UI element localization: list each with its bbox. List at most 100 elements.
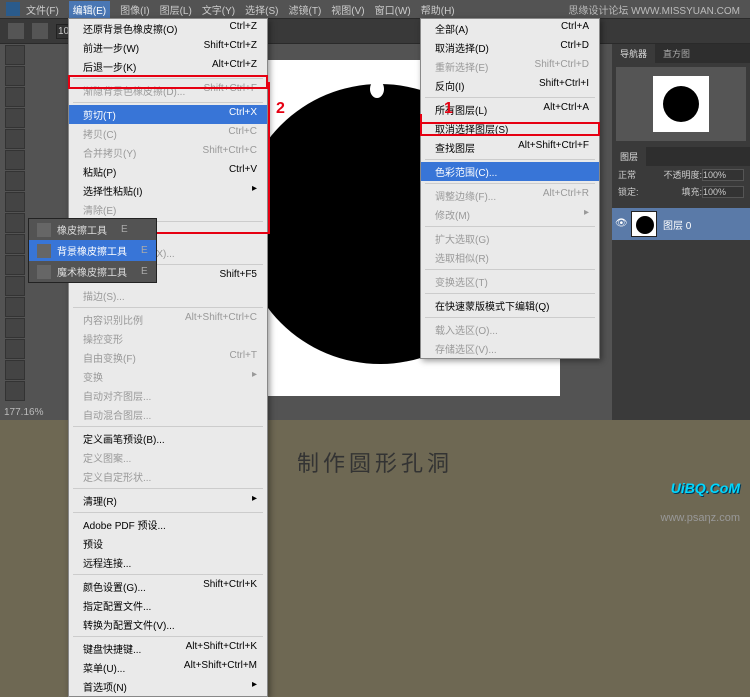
menu-layer[interactable]: 图层(L) (160, 2, 192, 17)
menu-item[interactable]: 查找图层Alt+Shift+Ctrl+F (421, 138, 599, 157)
visibility-eye-icon[interactable]: 👁 (615, 218, 627, 230)
opacity-input[interactable] (702, 169, 744, 181)
menu-item[interactable]: Adobe PDF 预设... (69, 515, 267, 534)
menu-item[interactable]: 取消选择(D)Ctrl+D (421, 38, 599, 57)
menu-item[interactable]: 菜单(U)...Alt+Shift+Ctrl+M (69, 658, 267, 677)
menu-item[interactable]: 操控变形 (69, 329, 267, 348)
pen-tool[interactable] (5, 339, 25, 359)
menu-item[interactable]: 定义图案... (69, 448, 267, 467)
menu-item[interactable]: 载入选区(O)... (421, 320, 599, 339)
stamp-tool[interactable] (5, 213, 25, 233)
magic-eraser-tool-option[interactable]: 魔术橡皮擦工具E (29, 261, 156, 282)
annotation-label-2: 2 (276, 100, 285, 118)
menu-item[interactable]: 调整边缘(F)...Alt+Ctrl+R (421, 186, 599, 205)
history-brush-tool[interactable] (5, 234, 25, 254)
edit-menu-dropdown[interactable]: 还原背景色橡皮擦(O)Ctrl+Z前进一步(W)Shift+Ctrl+Z后退一步… (68, 18, 268, 697)
blend-mode-row: 正常 不透明度: (612, 166, 750, 183)
navigator-tab[interactable]: 导航器 (612, 44, 655, 63)
brush-tool[interactable] (5, 192, 25, 212)
menu-item[interactable]: 扩大选取(G) (421, 229, 599, 248)
menu-item[interactable]: 内容识别比例Alt+Shift+Ctrl+C (69, 310, 267, 329)
heal-tool[interactable] (5, 171, 25, 191)
navigator-thumb[interactable] (616, 67, 746, 141)
brush-icon[interactable] (32, 23, 48, 39)
menu-item[interactable]: 远程连接... (69, 553, 267, 572)
menu-item[interactable]: 指定配置文件... (69, 596, 267, 615)
menu-select[interactable]: 选择(S) (245, 2, 278, 17)
menu-item[interactable]: 重新选择(E)Shift+Ctrl+D (421, 57, 599, 76)
menu-item[interactable]: 预设 (69, 534, 267, 553)
menu-item[interactable]: 反向(I)Shift+Ctrl+I (421, 76, 599, 95)
menu-item[interactable]: 变换选区(T) (421, 272, 599, 291)
magic-eraser-icon (37, 265, 51, 279)
layer-row[interactable]: 👁 图层 0 (612, 208, 750, 240)
type-tool[interactable] (5, 360, 25, 380)
menu-item[interactable]: 选择性粘贴(I) (69, 181, 267, 200)
path-tool[interactable] (5, 381, 25, 401)
layers-tab[interactable]: 图层 (612, 147, 646, 166)
menu-file[interactable]: 文件(F) (26, 2, 59, 17)
menu-type[interactable]: 文字(Y) (202, 2, 235, 17)
eraser-tool-flyout[interactable]: 橡皮擦工具E 背景橡皮擦工具E 魔术橡皮擦工具E (28, 218, 157, 283)
menu-item[interactable]: 还原背景色橡皮擦(O)Ctrl+Z (69, 19, 267, 38)
menu-image[interactable]: 图像(I) (120, 2, 149, 17)
menu-filter[interactable]: 滤镜(T) (289, 2, 322, 17)
lasso-tool[interactable] (5, 87, 25, 107)
eraser-icon (37, 223, 51, 237)
menu-item[interactable]: 后退一步(K)Alt+Ctrl+Z (69, 57, 267, 76)
tool-preset-icon[interactable] (8, 23, 24, 39)
menu-item[interactable]: 选取相似(R) (421, 248, 599, 267)
menu-item[interactable]: 颜色设置(G)...Shift+Ctrl+K (69, 577, 267, 596)
menu-item[interactable]: 自动对齐图层... (69, 386, 267, 405)
watermark-uibq: UiBQ.CoM (671, 480, 740, 496)
menu-help[interactable]: 帮助(H) (421, 2, 455, 17)
menu-item[interactable]: 存储选区(V)... (421, 339, 599, 358)
menu-window[interactable]: 窗口(W) (375, 2, 411, 17)
layer-name[interactable]: 图层 0 (663, 217, 691, 232)
menu-item[interactable]: 描边(S)... (69, 286, 267, 305)
menu-item[interactable]: 色彩范围(C)... (421, 162, 599, 181)
menu-item[interactable]: 在快速蒙版模式下编辑(Q) (421, 296, 599, 315)
bg-eraser-tool-option[interactable]: 背景橡皮擦工具E (29, 240, 156, 261)
menu-item[interactable]: 取消选择图层(S) (421, 119, 599, 138)
move-tool[interactable] (5, 45, 25, 65)
menu-item[interactable]: 定义自定形状... (69, 467, 267, 486)
wand-tool[interactable] (5, 108, 25, 128)
blur-tool[interactable] (5, 297, 25, 317)
menu-edit[interactable]: 编辑(E) (69, 1, 110, 18)
menu-item[interactable]: 合并拷贝(Y)Shift+Ctrl+C (69, 143, 267, 162)
menu-item[interactable]: 渐隐背景色橡皮擦(D)...Shift+Ctrl+F (69, 81, 267, 100)
gradient-tool[interactable] (5, 276, 25, 296)
fill-input[interactable] (702, 186, 744, 198)
eyedropper-tool[interactable] (5, 150, 25, 170)
menu-item[interactable]: 定义画笔预设(B)... (69, 429, 267, 448)
lock-row: 锁定: 填充: (612, 183, 750, 200)
histogram-tab[interactable]: 直方图 (655, 44, 698, 63)
eraser-tool-option[interactable]: 橡皮擦工具E (29, 219, 156, 240)
blend-mode-select[interactable]: 正常 (618, 168, 636, 181)
menu-item[interactable]: 拷贝(C)Ctrl+C (69, 124, 267, 143)
menu-item[interactable]: 剪切(T)Ctrl+X (69, 105, 267, 124)
nav-tabs: 导航器 直方图 (612, 44, 750, 63)
select-menu-dropdown[interactable]: 全部(A)Ctrl+A取消选择(D)Ctrl+D重新选择(E)Shift+Ctr… (420, 18, 600, 359)
menu-item[interactable]: 变换 (69, 367, 267, 386)
crop-tool[interactable] (5, 129, 25, 149)
eraser-tool[interactable] (5, 255, 25, 275)
menu-item[interactable]: 前进一步(W)Shift+Ctrl+Z (69, 38, 267, 57)
menu-item[interactable]: 全部(A)Ctrl+A (421, 19, 599, 38)
menu-item[interactable]: 修改(M) (421, 205, 599, 224)
dodge-tool[interactable] (5, 318, 25, 338)
menu-item[interactable]: 清除(E) (69, 200, 267, 219)
menu-item[interactable]: 粘贴(P)Ctrl+V (69, 162, 267, 181)
annotation-line-2h (150, 232, 270, 234)
menu-item[interactable]: 首选项(N) (69, 677, 267, 696)
layer-thumb[interactable] (631, 211, 657, 237)
menu-item[interactable]: 自动混合图层... (69, 405, 267, 424)
menu-item[interactable]: 清理(R) (69, 491, 267, 510)
menu-item[interactable]: 键盘快捷键...Alt+Shift+Ctrl+K (69, 639, 267, 658)
menu-item[interactable]: 转换为配置文件(V)... (69, 615, 267, 634)
marquee-tool[interactable] (5, 66, 25, 86)
menu-view[interactable]: 视图(V) (331, 2, 364, 17)
forum-brand: 思缘设计论坛 WWW.MISSYUAN.COM (568, 2, 740, 17)
menu-item[interactable]: 自由变换(F)Ctrl+T (69, 348, 267, 367)
